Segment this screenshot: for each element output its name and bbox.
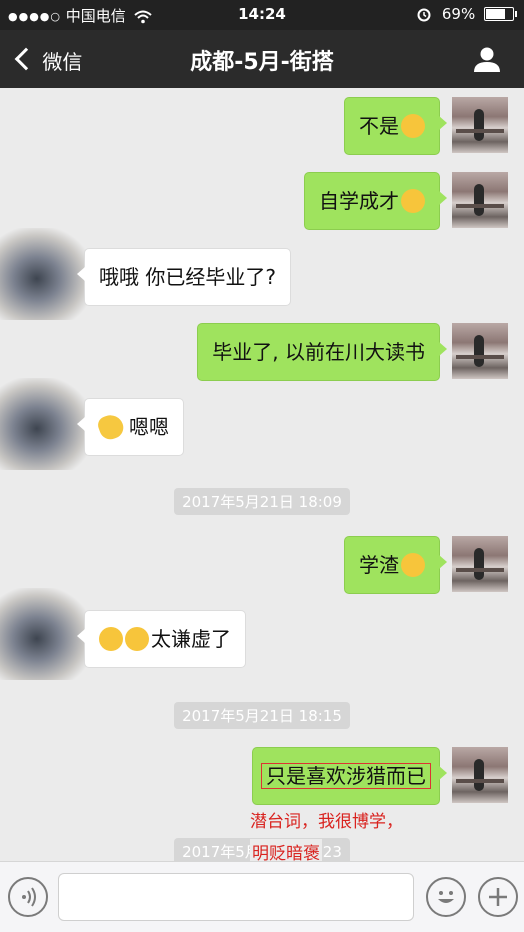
message-text: 自学成才 [319, 189, 399, 213]
message-text: 嗯嗯 [129, 415, 169, 439]
my-avatar[interactable] [452, 747, 508, 803]
status-bar: ●●●●○ 中国电信 14:24 69% [0, 0, 524, 30]
message-input[interactable] [58, 873, 414, 921]
message-text: 只是喜欢涉猎而已 [261, 763, 431, 789]
message-bubble[interactable]: 毕业了, 以前在川大读书 [197, 323, 447, 381]
battery-percent: 69% [441, 5, 476, 23]
message-bubble[interactable]: 嗯嗯 [77, 398, 184, 456]
plus-icon [489, 888, 507, 906]
emoji-button[interactable] [426, 877, 466, 917]
message-bubble[interactable]: 学渣 [344, 536, 447, 594]
annotation-line-2: 明贬暗褒 [250, 839, 322, 861]
laughing-emoji-icon [401, 188, 425, 213]
message-text: 毕业了, 以前在川大读书 [212, 340, 425, 364]
my-avatar[interactable] [452, 97, 508, 153]
message-text: 太谦虚了 [151, 627, 231, 651]
message-text: 哦哦 你已经毕业了? [99, 265, 276, 289]
message-bubble[interactable]: 太谦虚了 [77, 610, 246, 668]
laughing-emoji-icon [401, 113, 425, 138]
more-button[interactable] [478, 877, 518, 917]
timestamp: 2017年5月21日 18:09 [0, 488, 524, 515]
chat-title: 成都-5月-街搭 [190, 50, 334, 75]
battery-icon [484, 7, 517, 21]
message-text: 不是 [359, 114, 399, 138]
timestamp: 2017年5月21日 18:15 [0, 702, 524, 729]
voice-button[interactable] [8, 877, 48, 917]
my-avatar[interactable] [452, 323, 508, 379]
annotation-line-1: 潜台词，我很博学， [250, 812, 403, 832]
voice-icon [22, 887, 36, 907]
alarm-icon [417, 8, 431, 21]
my-avatar[interactable] [452, 172, 508, 228]
my-avatar[interactable] [452, 536, 508, 592]
message-bubble[interactable]: 自学成才 [304, 172, 447, 230]
message-bubble[interactable]: 哦哦 你已经毕业了? [77, 248, 291, 306]
person-icon[interactable] [472, 45, 502, 73]
message-bubble[interactable]: 只是喜欢涉猎而已 [252, 747, 447, 805]
input-bar [0, 861, 524, 932]
message-bubble[interactable]: 不是 [344, 97, 447, 155]
nav-bar: 微信 成都-5月-街搭 [0, 30, 524, 88]
chat-area[interactable]: 不是 自学成才 哦哦 你已经毕业了? 毕业了, 以前在川大读书 嗯嗯 2017年… [0, 88, 524, 861]
laughing-emoji-icon [401, 552, 425, 577]
message-text: 学渣 [359, 553, 399, 577]
clapping-hands-icon [95, 411, 127, 442]
emoji-icon [438, 891, 454, 903]
smiley-emoji-icon [125, 626, 149, 651]
smiley-emoji-icon [99, 626, 123, 651]
status-right: 69% [417, 5, 517, 23]
